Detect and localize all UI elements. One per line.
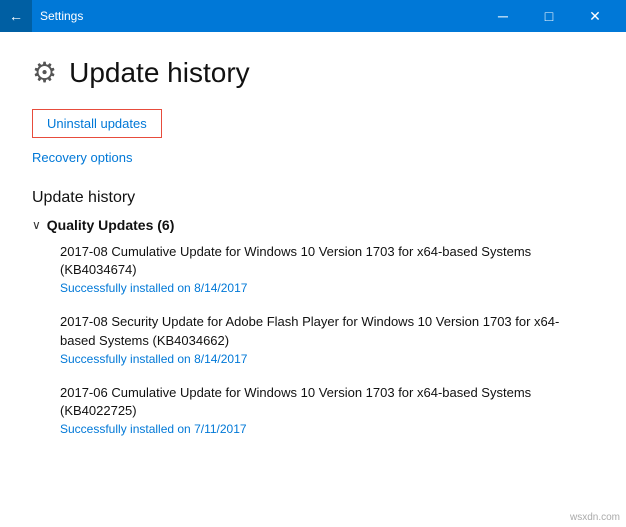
category-label: Quality Updates (6) (47, 217, 175, 233)
update-item: 2017-08 Cumulative Update for Windows 10… (60, 243, 594, 295)
minimize-button[interactable]: ─ (480, 0, 526, 32)
updates-list: 2017-08 Cumulative Update for Windows 10… (32, 243, 594, 436)
update-status[interactable]: Successfully installed on 8/14/2017 (60, 352, 594, 366)
update-item: 2017-06 Cumulative Update for Windows 10… (60, 384, 594, 436)
main-content: ⚙ Update history Uninstall updates Recov… (0, 32, 626, 527)
update-status[interactable]: Successfully installed on 7/11/2017 (60, 422, 594, 436)
back-arrow-icon: ← (9, 8, 23, 24)
back-button[interactable]: ← (0, 0, 32, 32)
window-controls: ─ □ ✕ (480, 0, 618, 32)
app-title: Settings (40, 9, 83, 23)
chevron-down-icon: ∨ (32, 218, 41, 232)
maximize-button[interactable]: □ (526, 0, 572, 32)
update-name: 2017-08 Cumulative Update for Windows 10… (60, 243, 594, 279)
title-bar-left: ← Settings (0, 0, 83, 32)
watermark: wsxdn.com (570, 512, 620, 523)
close-button[interactable]: ✕ (572, 0, 618, 32)
recovery-options-link[interactable]: Recovery options (32, 150, 594, 165)
update-status[interactable]: Successfully installed on 8/14/2017 (60, 281, 594, 295)
category-row[interactable]: ∨ Quality Updates (6) (32, 217, 594, 233)
gear-icon: ⚙ (32, 56, 57, 89)
page-title: Update history (69, 57, 250, 89)
update-name: 2017-06 Cumulative Update for Windows 10… (60, 384, 594, 420)
update-item: 2017-08 Security Update for Adobe Flash … (60, 313, 594, 365)
title-bar: ← Settings ─ □ ✕ (0, 0, 626, 32)
uninstall-updates-button[interactable]: Uninstall updates (32, 109, 162, 138)
update-name: 2017-08 Security Update for Adobe Flash … (60, 313, 594, 349)
page-header: ⚙ Update history (32, 56, 594, 89)
update-history-section-title: Update history (32, 189, 594, 207)
